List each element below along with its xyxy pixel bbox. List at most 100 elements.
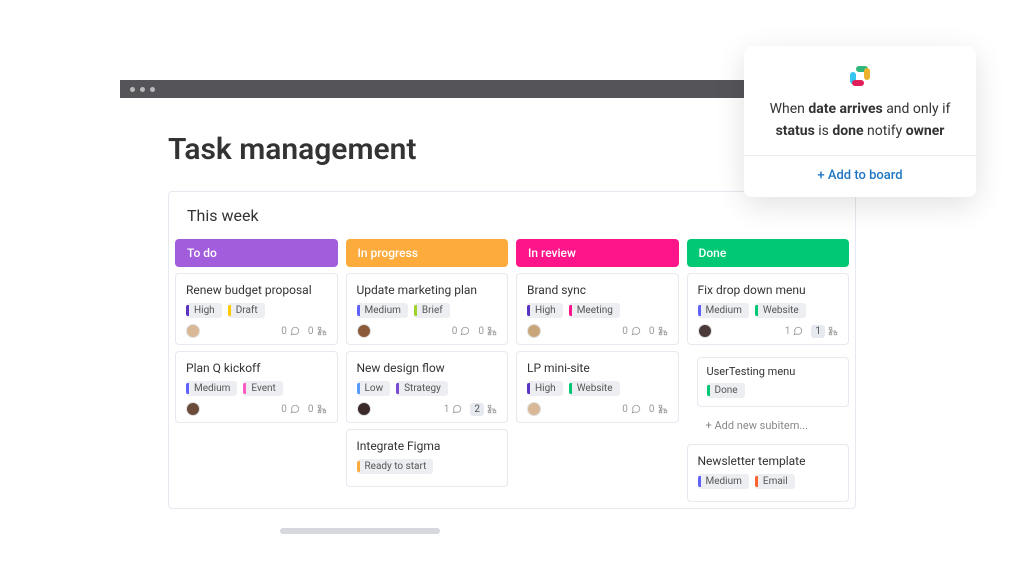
card-footer: 00 (527, 324, 668, 338)
subitems-icon (487, 404, 497, 414)
tag[interactable]: Ready to start (357, 459, 434, 474)
tag[interactable]: Low (357, 381, 391, 396)
tag[interactable]: Website (569, 381, 620, 396)
tag-color-bar (357, 305, 360, 316)
tag-color-bar (396, 383, 399, 394)
tag-color-bar (755, 305, 758, 316)
card-title: LP mini-site (527, 361, 668, 375)
tag[interactable]: Medium (698, 303, 749, 318)
tag[interactable]: High (186, 303, 222, 318)
card-title: Plan Q kickoff (186, 361, 327, 375)
tag-color-bar (698, 305, 701, 316)
comment-icon (793, 326, 803, 336)
tag[interactable]: High (527, 381, 563, 396)
comments-stat[interactable]: 1 (785, 326, 804, 337)
comments-stat[interactable]: 0 (622, 326, 641, 337)
tag-color-bar (186, 305, 189, 316)
card[interactable]: Renew budget proposalHighDraft00 (175, 273, 338, 345)
card-stats: 00 (622, 404, 667, 415)
avatar[interactable] (357, 324, 371, 338)
tag[interactable]: Meeting (569, 303, 620, 318)
subitems-stat[interactable]: 0 (308, 326, 327, 337)
tag[interactable]: High (527, 303, 563, 318)
subitems-stat[interactable]: 1 (811, 325, 838, 338)
card[interactable]: New design flow Low Strategy 12 (346, 351, 509, 423)
tag-label: Medium (194, 383, 230, 394)
subitems-stat[interactable]: 0 (649, 326, 668, 337)
add-subitem-button[interactable]: + Add new subitem... (697, 413, 850, 438)
subitems-icon (487, 326, 497, 336)
subitems-icon (658, 404, 668, 414)
board: This week To doRenew budget proposalHigh… (168, 191, 856, 509)
subitems-list: UserTesting menuDone + Add new subitem... (697, 357, 850, 438)
avatar[interactable] (357, 402, 371, 416)
tag-label: Done (715, 385, 738, 396)
horizontal-scrollbar[interactable] (280, 528, 440, 534)
add-to-board-link[interactable]: + Add to board (762, 168, 958, 183)
tag-color-bar (228, 305, 231, 316)
card-tags: Medium Brief (357, 303, 498, 318)
tag-color-bar (243, 383, 246, 394)
window-dot (130, 87, 135, 92)
comments-stat[interactable]: 0 (622, 404, 641, 415)
subitems-stat[interactable]: 0 (308, 404, 327, 415)
column-header[interactable]: In review (516, 239, 679, 267)
card[interactable]: Update marketing planMediumBrief00 (346, 273, 509, 345)
card[interactable]: Fix drop down menuMediumWebsite11 (687, 273, 850, 345)
tag-color-bar (527, 305, 530, 316)
comments-stat[interactable]: 0 (452, 326, 471, 337)
avatar[interactable] (186, 324, 200, 338)
card-title: New design flow (357, 361, 498, 375)
tag-label: Website (763, 305, 799, 316)
card[interactable]: Brand syncHighMeeting00 (516, 273, 679, 345)
comment-icon (290, 326, 300, 336)
tag[interactable]: Done (707, 383, 745, 398)
column-header[interactable]: In progress (346, 239, 509, 267)
tag-label: Email (763, 476, 788, 487)
comment-icon (290, 404, 300, 414)
card-stats: 12 (444, 403, 497, 416)
tag-color-bar (755, 476, 758, 487)
tag-color-bar (707, 385, 710, 396)
tag[interactable]: Medium (186, 381, 237, 396)
card-tags: High Draft (186, 303, 327, 318)
card-footer: 00 (186, 402, 327, 416)
card-tags: Medium Website (698, 303, 839, 318)
column-header[interactable]: To do (175, 239, 338, 267)
tag[interactable]: Brief (414, 303, 450, 318)
card[interactable]: Newsletter templateMediumEmail (687, 444, 850, 502)
subitems-stat[interactable]: 0 (478, 326, 497, 337)
tag[interactable]: Draft (228, 303, 265, 318)
tag-color-bar (414, 305, 417, 316)
tag[interactable]: Strategy (396, 381, 448, 396)
subitem[interactable]: UserTesting menuDone (697, 357, 850, 407)
tag[interactable]: Medium (357, 303, 408, 318)
card[interactable]: Plan Q kickoff Medium Event 00 (175, 351, 338, 423)
card-stats: 00 (281, 404, 326, 415)
tag[interactable]: Medium (698, 474, 749, 489)
tag-label: High (194, 305, 215, 316)
window-dot (140, 87, 145, 92)
card[interactable]: Integrate FigmaReady to start (346, 429, 509, 487)
comments-stat[interactable]: 0 (281, 404, 300, 415)
comments-stat[interactable]: 0 (281, 326, 300, 337)
avatar[interactable] (698, 324, 712, 338)
tag-label: High (535, 305, 556, 316)
card-stats: 00 (281, 326, 326, 337)
tag[interactable]: Email (755, 474, 795, 489)
card-footer: 00 (527, 402, 668, 416)
tag-label: Meeting (577, 305, 613, 316)
tag[interactable]: Event (243, 381, 282, 396)
avatar[interactable] (186, 402, 200, 416)
comments-stat[interactable]: 1 (444, 404, 463, 415)
card[interactable]: LP mini-siteHighWebsite00 (516, 351, 679, 423)
card-stats: 00 (452, 326, 497, 337)
avatar[interactable] (527, 324, 541, 338)
tag-label: Ready to start (365, 461, 427, 472)
tag[interactable]: Website (755, 303, 806, 318)
column-header[interactable]: Done (687, 239, 850, 267)
avatar[interactable] (527, 402, 541, 416)
subitems-stat[interactable]: 2 (470, 403, 497, 416)
subitems-stat[interactable]: 0 (649, 404, 668, 415)
window-dot (150, 87, 155, 92)
